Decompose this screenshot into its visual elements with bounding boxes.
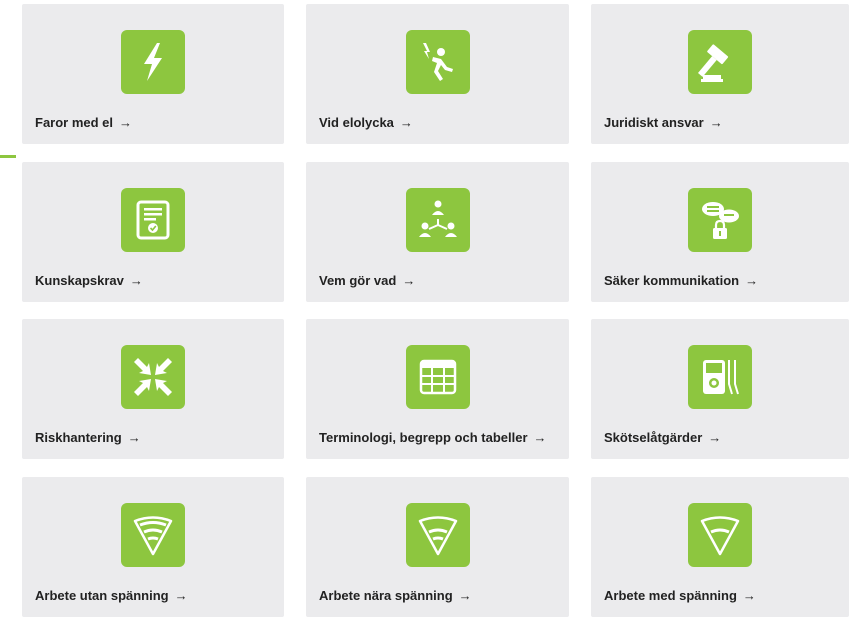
card-label: Säker kommunikation → (604, 273, 759, 288)
active-indicator-bar (0, 155, 16, 158)
card-faror-med-el[interactable]: Faror med el → (22, 4, 284, 144)
card-label: Vem gör vad → (319, 273, 416, 288)
card-label: Riskhantering → (35, 430, 141, 445)
card-skotselatgarder[interactable]: Skötselåtgärder → (591, 319, 849, 459)
card-arbete-utan-spanning[interactable]: Arbete utan spänning → (22, 477, 284, 617)
card-label: Vid elolycka → (319, 115, 413, 130)
lightning-icon (121, 30, 185, 94)
card-vem-gor-vad[interactable]: Vem gör vad → (306, 162, 569, 302)
card-label: Kunskapskrav → (35, 273, 143, 288)
card-label: Arbete nära spänning → (319, 588, 472, 603)
speech-lock-icon (688, 188, 752, 252)
card-vid-elolycka[interactable]: Vid elolycka → (306, 4, 569, 144)
card-saker-kommunikation[interactable]: Säker kommunikation → (591, 162, 849, 302)
multimeter-icon (688, 345, 752, 409)
certificate-icon (121, 188, 185, 252)
compress-arrows-icon (121, 345, 185, 409)
people-hierarchy-icon (405, 188, 470, 252)
card-label: Arbete med spänning → (604, 588, 756, 603)
card-arbete-med-spanning[interactable]: Arbete med spänning → (591, 477, 849, 617)
card-juridiskt-ansvar[interactable]: Juridiskt ansvar → (591, 4, 849, 144)
gavel-icon (688, 30, 752, 94)
card-label: Faror med el → (35, 115, 133, 130)
voltage-zone-near-icon (405, 503, 470, 567)
electrocution-fall-icon (405, 30, 470, 94)
card-arbete-nara-spanning[interactable]: Arbete nära spänning → (306, 477, 569, 617)
card-kunskapskrav[interactable]: Kunskapskrav → (22, 162, 284, 302)
voltage-zone-live-icon (688, 503, 752, 567)
table-icon (405, 345, 470, 409)
card-label: Juridiskt ansvar → (604, 115, 723, 130)
voltage-zone-none-icon (121, 503, 185, 567)
card-label: Skötselåtgärder → (604, 430, 722, 445)
card-label: Arbete utan spänning → (35, 588, 188, 603)
card-label: Terminologi, begrepp och tabeller → (319, 430, 547, 445)
card-terminologi[interactable]: Terminologi, begrepp och tabeller → (306, 319, 569, 459)
card-riskhantering[interactable]: Riskhantering → (22, 319, 284, 459)
